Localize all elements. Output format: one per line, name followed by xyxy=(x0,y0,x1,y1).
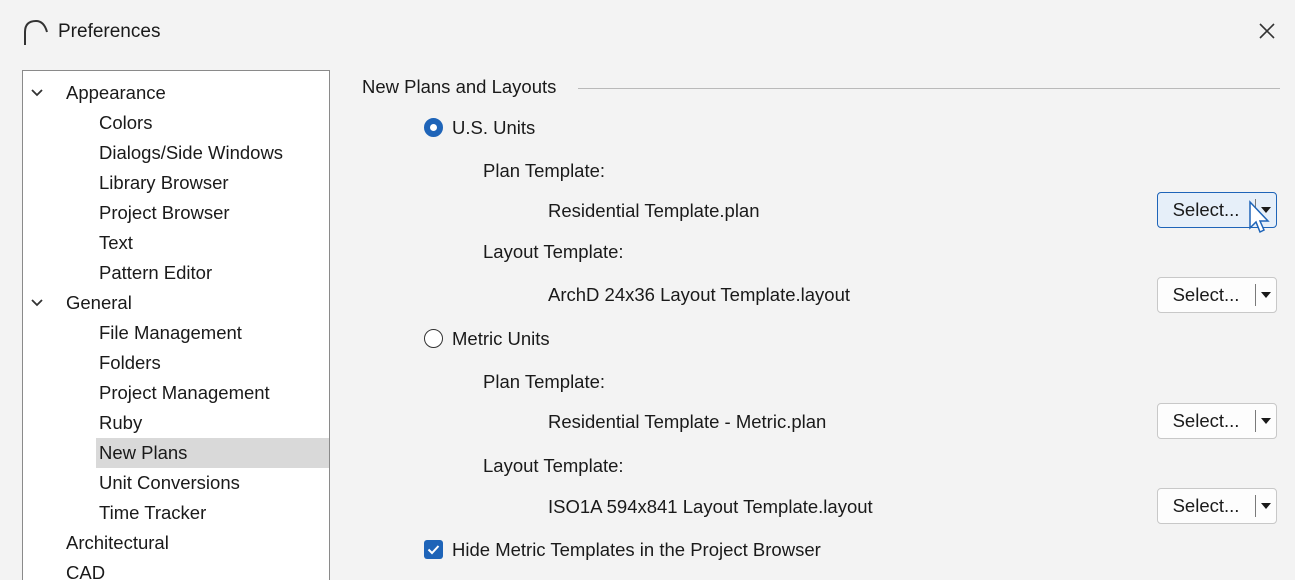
tree-item-appearance[interactable]: Appearance xyxy=(23,78,329,108)
tree-item-project-management[interactable]: Project Management xyxy=(23,378,329,408)
tree-item-ruby[interactable]: Ruby xyxy=(23,408,329,438)
hide-metric-label[interactable]: Hide Metric Templates in the Project Bro… xyxy=(452,539,821,561)
tree-item-project-browser[interactable]: Project Browser xyxy=(23,198,329,228)
tree-item-time-tracker[interactable]: Time Tracker xyxy=(23,498,329,528)
tree-item-label: Folders xyxy=(99,352,161,373)
select-button-label[interactable]: Select... xyxy=(1158,278,1254,312)
metric-plan-select-button[interactable]: Select... xyxy=(1157,403,1277,439)
tree-item-label: New Plans xyxy=(99,442,188,463)
chevron-down-icon[interactable] xyxy=(30,86,44,100)
close-button[interactable] xyxy=(1252,16,1282,46)
tree-item-label: File Management xyxy=(99,322,242,343)
tree-item-label: Unit Conversions xyxy=(99,472,240,493)
tree-item-label: Colors xyxy=(99,112,153,133)
section-title: New Plans and Layouts xyxy=(362,76,557,97)
select-button-label[interactable]: Select... xyxy=(1158,404,1254,438)
metric-layout-select-button[interactable]: Select... xyxy=(1157,488,1277,524)
close-icon xyxy=(1259,23,1275,39)
tree-item-label: Dialogs/Side Windows xyxy=(99,142,284,163)
title-bar: Preferences xyxy=(0,0,1295,64)
dropdown-arrow-icon[interactable] xyxy=(1256,404,1276,438)
tree-item-label: General xyxy=(66,292,132,313)
category-tree[interactable]: Appearance Colors Dialogs/Side Windows L… xyxy=(22,70,330,580)
tree-item-label: Library Browser xyxy=(99,172,229,193)
metric-plan-template-label: Plan Template: xyxy=(483,371,606,392)
tree-item-label: Appearance xyxy=(66,82,166,103)
us-plan-template-label: Plan Template: xyxy=(483,160,606,181)
metric-layout-template-value: ISO1A 594x841 Layout Template.layout xyxy=(548,496,873,517)
tree-item-library-browser[interactable]: Library Browser xyxy=(23,168,329,198)
window-title: Preferences xyxy=(58,21,161,42)
chevron-down-icon[interactable] xyxy=(30,296,44,310)
tree-item-folders[interactable]: Folders xyxy=(23,348,329,378)
metric-layout-template-label: Layout Template: xyxy=(483,455,624,476)
dropdown-arrow-icon[interactable] xyxy=(1256,489,1276,523)
us-plan-template-value: Residential Template.plan xyxy=(548,200,760,221)
checkmark-icon xyxy=(427,545,440,555)
select-button-label[interactable]: Select... xyxy=(1158,193,1254,227)
tree-item-label: Text xyxy=(99,232,133,253)
tree-item-label: Ruby xyxy=(99,412,143,433)
us-layout-template-value: ArchD 24x36 Layout Template.layout xyxy=(548,284,851,305)
tree-item-label: Project Browser xyxy=(99,202,230,223)
tree-item-architectural[interactable]: Architectural xyxy=(23,528,329,558)
tree-item-label: Pattern Editor xyxy=(99,262,213,283)
mouse-cursor-icon xyxy=(1249,200,1270,234)
tree-item-colors[interactable]: Colors xyxy=(23,108,329,138)
app-logo-icon xyxy=(24,19,48,45)
us-units-radio[interactable] xyxy=(424,118,443,137)
dropdown-arrow-icon[interactable] xyxy=(1256,278,1276,312)
metric-units-radio[interactable] xyxy=(424,329,443,348)
tree-item-file-management[interactable]: File Management xyxy=(23,318,329,348)
tree-item-dialogs-side-windows[interactable]: Dialogs/Side Windows xyxy=(23,138,329,168)
tree-item-label: CAD xyxy=(66,562,106,580)
tree-item-label: Project Management xyxy=(99,382,270,403)
tree-item-label: Architectural xyxy=(66,532,169,553)
tree-item-cad[interactable]: CAD xyxy=(23,558,329,580)
hide-metric-checkbox[interactable] xyxy=(424,540,443,559)
tree-item-unit-conversions[interactable]: Unit Conversions xyxy=(23,468,329,498)
us-layout-template-label: Layout Template: xyxy=(483,241,624,262)
tree-item-pattern-editor[interactable]: Pattern Editor xyxy=(23,258,329,288)
tree-item-label: Time Tracker xyxy=(99,502,207,523)
metric-units-label[interactable]: Metric Units xyxy=(452,328,550,350)
us-layout-select-button[interactable]: Select... xyxy=(1157,277,1277,313)
metric-plan-template-value: Residential Template - Metric.plan xyxy=(548,411,827,432)
tree-item-text[interactable]: Text xyxy=(23,228,329,258)
select-button-label[interactable]: Select... xyxy=(1158,489,1254,523)
preferences-dialog: Preferences Appearance Colors Dialogs/Si… xyxy=(0,0,1295,580)
tree-item-general[interactable]: General xyxy=(23,288,329,318)
section-divider xyxy=(578,88,1280,89)
us-units-label[interactable]: U.S. Units xyxy=(452,117,535,139)
tree-item-new-plans[interactable]: New Plans xyxy=(96,438,329,468)
